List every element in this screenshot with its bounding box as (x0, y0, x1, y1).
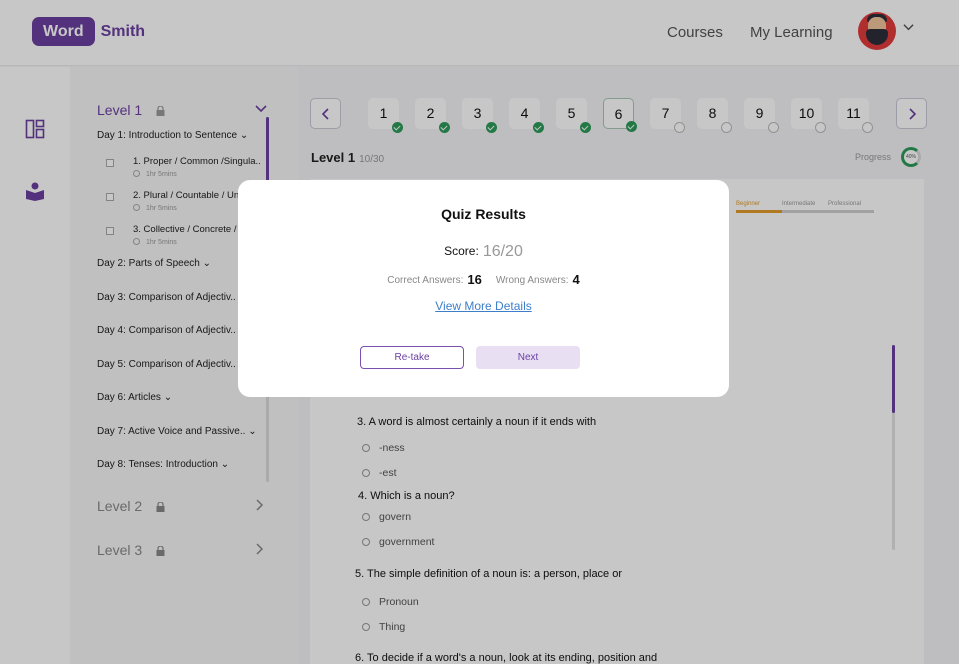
correct-answers-label: Correct Answers: (387, 275, 464, 286)
retake-button[interactable]: Re-take (360, 346, 464, 369)
score-value: 16/20 (482, 243, 523, 260)
answers-row: Correct Answers: 16 Wrong Answers: 4 (238, 272, 729, 287)
score-row: Score: 16/20 (238, 243, 729, 261)
wrong-answers-value: 4 (572, 272, 580, 287)
dialog-title: Quiz Results (441, 206, 526, 222)
quiz-results-dialog: Quiz Results Score: 16/20 Correct Answers… (238, 180, 729, 397)
next-button[interactable]: Next (476, 346, 580, 369)
view-more-details-link[interactable]: View More Details (238, 299, 729, 313)
wrong-answers-label: Wrong Answers: (495, 275, 569, 286)
score-label: Score: (444, 244, 479, 258)
correct-answers-value: 16 (467, 272, 482, 287)
